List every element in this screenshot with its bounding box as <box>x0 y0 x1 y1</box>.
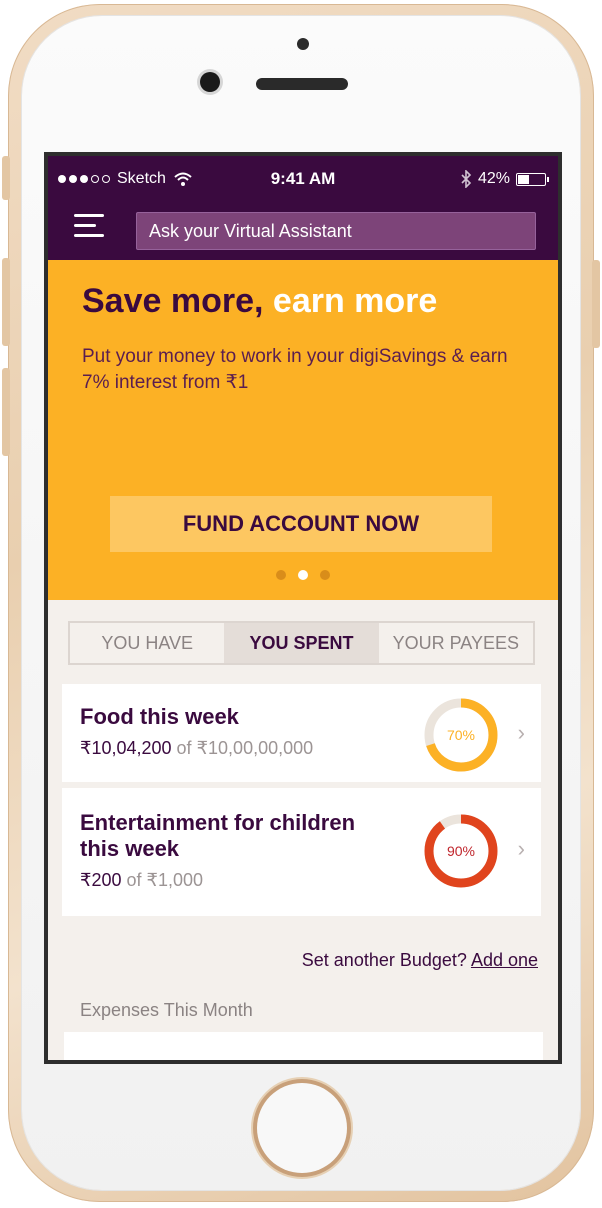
app-viewport: Sketch 9:41 AM 42% Ask your Virtual Assi… <box>48 156 558 1060</box>
silent-switch <box>2 156 10 200</box>
budget-title: Food this week <box>80 704 239 730</box>
phone-screen: Sketch 9:41 AM 42% Ask your Virtual Assi… <box>44 152 562 1064</box>
banner-headline-accent: earn more <box>272 282 438 320</box>
budget-amount: ₹10,04,200 of ₹10,00,00,000 <box>80 738 313 759</box>
budget-limit: ₹1,000 <box>146 870 204 890</box>
budget-of: of <box>126 870 142 890</box>
budget-card[interactable]: Food this week ₹10,04,200 of ₹10,00,00,0… <box>62 684 541 782</box>
chevron-right-icon[interactable]: › <box>518 720 525 746</box>
budget-donut-chart: 90% <box>424 814 498 888</box>
budget-title-line: Food this week <box>80 704 239 729</box>
pager-dot[interactable] <box>276 570 286 580</box>
virtual-assistant-input[interactable]: Ask your Virtual Assistant <box>136 212 536 250</box>
donut-percent-label: 70% <box>447 727 475 743</box>
volume-up-button <box>2 258 10 346</box>
proximity-sensor <box>297 38 309 50</box>
tab-you-have[interactable]: YOU HAVE <box>70 623 224 663</box>
promo-banner[interactable]: Save more, earn more Put your money to w… <box>48 260 558 600</box>
set-budget-row: Set another Budget? Add one <box>302 950 538 971</box>
power-button <box>592 260 600 348</box>
set-budget-prompt: Set another Budget? <box>301 950 467 970</box>
earpiece-speaker <box>256 78 348 90</box>
donut-percent-label: 90% <box>447 843 475 859</box>
budget-title-line: Entertainment for children <box>80 810 356 835</box>
expenses-card[interactable] <box>64 1032 543 1060</box>
budget-title: Entertainment for children this week <box>80 810 355 862</box>
hamburger-menu-icon[interactable] <box>74 214 104 240</box>
pager-dot-active[interactable] <box>298 570 308 580</box>
banner-headline: Save more, earn more <box>82 282 437 321</box>
battery-percent: 42% <box>477 170 510 187</box>
carousel-pager <box>48 570 558 580</box>
volume-down-button <box>2 368 10 456</box>
front-camera <box>200 72 220 92</box>
pager-dot[interactable] <box>320 570 330 580</box>
battery-icon <box>516 172 549 186</box>
home-button[interactable] <box>257 1083 347 1173</box>
fund-account-button[interactable]: FUND ACCOUNT NOW <box>110 496 492 552</box>
banner-subtitle: Put your money to work in your digiSavin… <box>82 346 508 393</box>
budget-amount: ₹200 of ₹1,000 <box>80 870 203 891</box>
bluetooth-icon <box>461 170 472 188</box>
budget-donut-chart: 70% <box>424 698 498 772</box>
budget-limit: ₹10,00,00,000 <box>196 738 314 758</box>
status-right: 42% <box>460 170 549 188</box>
budget-title-line: this week <box>80 836 180 861</box>
expenses-section-title: Expenses This Month <box>80 1000 253 1020</box>
battery-fill <box>518 174 529 184</box>
add-budget-link[interactable]: Add one <box>471 950 538 970</box>
status-bar: Sketch 9:41 AM 42% <box>48 156 558 202</box>
tab-you-spent[interactable]: YOU SPENT <box>224 623 379 663</box>
budget-of: of <box>176 738 192 758</box>
spending-tabs: YOU HAVE YOU SPENT YOUR PAYEES <box>68 621 535 665</box>
budget-spent: ₹200 <box>80 870 122 890</box>
app-bar: Ask your Virtual Assistant <box>48 202 558 260</box>
banner-headline-main: Save more, <box>82 282 264 320</box>
tab-your-payees[interactable]: YOUR PAYEES <box>379 623 533 663</box>
budget-spent: ₹10,04,200 <box>80 738 172 758</box>
chevron-right-icon[interactable]: › <box>518 836 525 862</box>
budget-card[interactable]: Entertainment for children this week ₹20… <box>62 788 541 916</box>
